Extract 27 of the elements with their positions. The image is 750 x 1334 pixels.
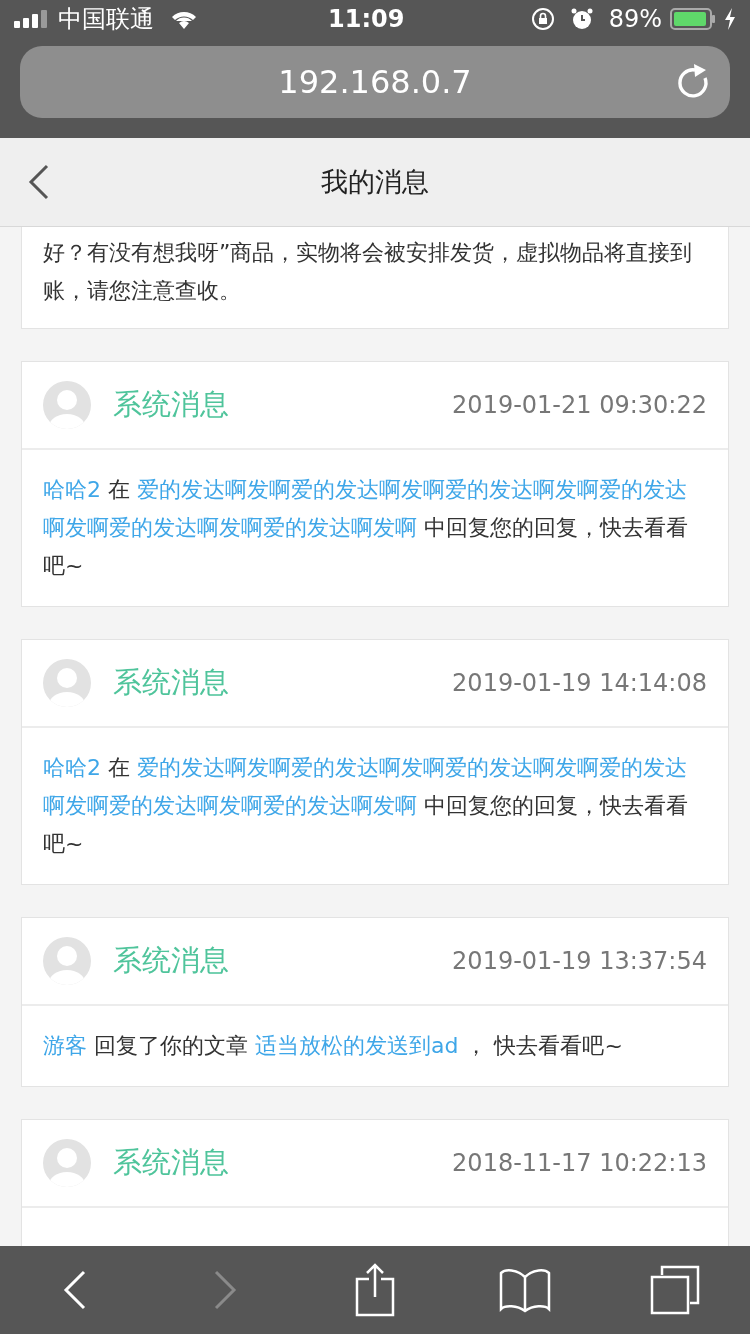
battery-icon <box>670 8 716 31</box>
bookmarks-icon[interactable] <box>499 1267 551 1313</box>
message-text: 游客 回复了你的文章 适当放松的发送到ad ， 快去看看吧~ <box>42 1031 624 1060</box>
message-time: 2019-01-19 14:14:08 <box>452 667 707 699</box>
alarm-icon <box>570 8 593 31</box>
message-text: 哈哈2 在 爱的发达啊发啊爱的发达啊发啊爱的发达啊发啊爱的发达啊发啊爱的发达啊发啊爱的发达啊发啊 中回复您的回复，快去看看吧~ <box>42 475 689 580</box>
clock-time: 11:09 <box>328 4 405 36</box>
rotation-lock-icon <box>530 7 555 32</box>
tabs-icon[interactable] <box>650 1265 700 1315</box>
sender-name: 系统消息 <box>113 1144 229 1181</box>
back-icon[interactable] <box>28 164 50 201</box>
message-text: 哈哈2 在 爱的发达啊发啊爱的发达啊发啊爱的发达啊发啊爱的发达啊发啊爱的发达啊发啊爱的发达啊发啊 中回复您的回复，快去看看吧~ <box>42 753 689 858</box>
message-time: 2019-01-21 09:30:22 <box>452 389 707 421</box>
sender-name: 系统消息 <box>113 664 229 701</box>
message-time: 2018-11-17 10:22:13 <box>452 1147 707 1179</box>
wifi-icon <box>170 9 198 30</box>
signal-icon <box>14 10 50 29</box>
charging-icon <box>724 8 736 31</box>
sender-name: 系统消息 <box>113 942 229 979</box>
page-title: 我的消息 <box>321 164 429 199</box>
sender-name: 系统消息 <box>113 386 229 423</box>
message-time: 2019-01-19 13:37:54 <box>452 945 707 977</box>
carrier-name: 中国联通 <box>58 4 154 36</box>
message-text: 好？有没有想我呀”商品，实物将会被安排发货，虚拟物品将直接到账，请您注意查收。 <box>42 238 694 305</box>
battery-percent: 89% <box>608 4 662 36</box>
address-bar[interactable]: 192.168.0.7 <box>20 46 730 119</box>
share-icon[interactable] <box>355 1263 395 1317</box>
